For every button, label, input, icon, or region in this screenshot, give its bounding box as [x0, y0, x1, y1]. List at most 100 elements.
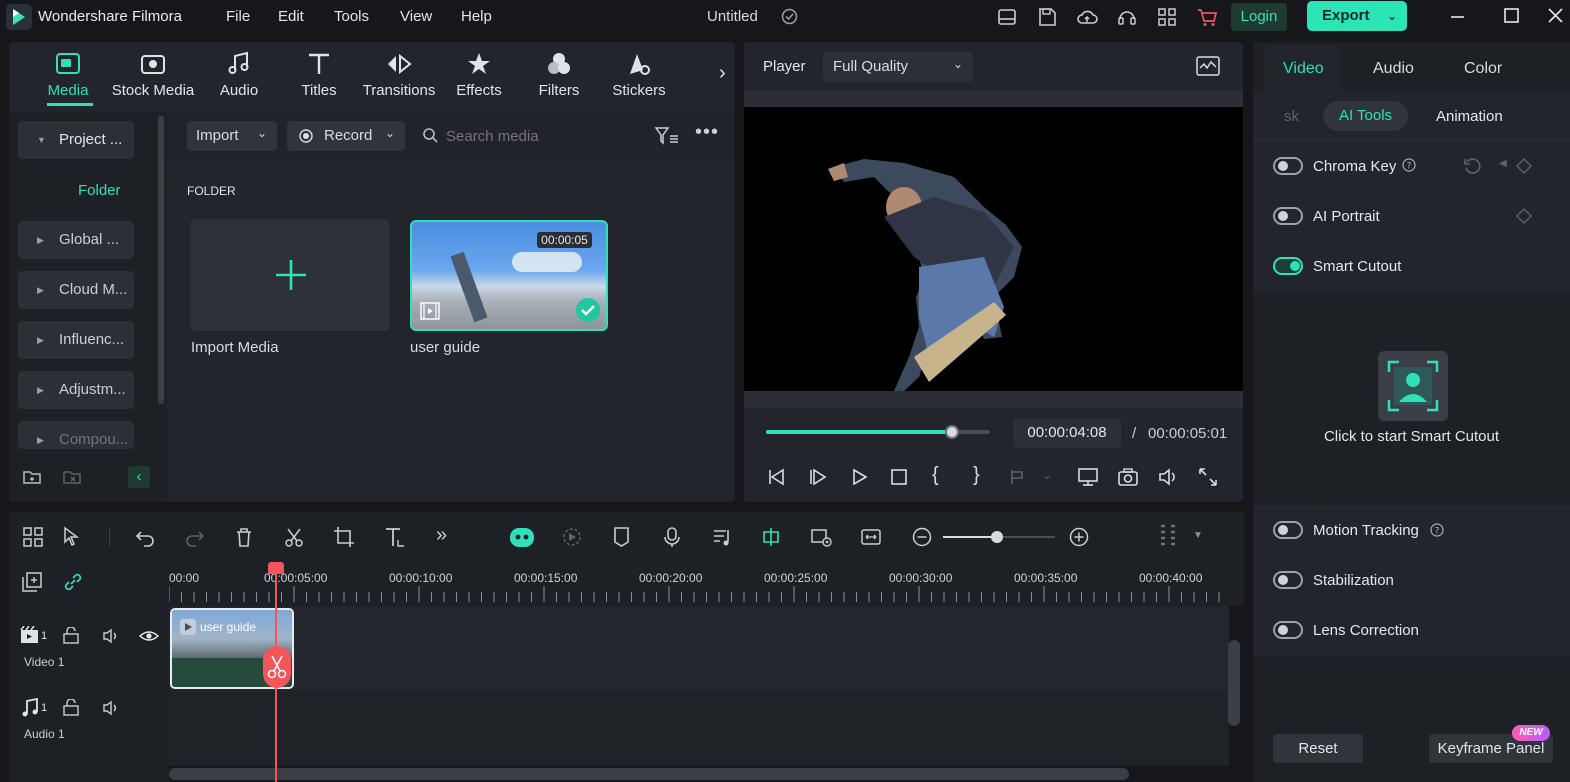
reset-icon[interactable] [1462, 156, 1482, 176]
text-tool-icon[interactable] [384, 526, 406, 548]
preview-render-icon[interactable] [810, 526, 832, 548]
menu-file[interactable]: File [226, 8, 250, 25]
cart-icon[interactable] [1196, 6, 1218, 28]
fullscreen-icon[interactable] [1197, 466, 1219, 488]
mark-out-icon[interactable]: } [973, 464, 980, 487]
sidebar-scrollbar[interactable] [158, 116, 164, 404]
eye-visibility-icon[interactable] [139, 627, 159, 645]
tab-video[interactable]: Video [1283, 60, 1324, 78]
insert-clip-icon[interactable] [1008, 466, 1030, 488]
mark-in-icon[interactable]: { [932, 464, 939, 487]
subtab-animation[interactable]: Animation [1436, 108, 1503, 125]
chevron-right-icon[interactable]: › [719, 62, 726, 85]
lock-icon[interactable] [62, 627, 80, 645]
tab-audio-properties[interactable]: Audio [1373, 60, 1414, 78]
sidebar-item-project[interactable]: ▼ Project ... [18, 121, 134, 159]
sidebar-item-global[interactable]: ▶ Global ... [18, 221, 134, 259]
delete-trash-icon[interactable] [233, 526, 255, 548]
waveform-icon[interactable] [1196, 55, 1220, 77]
keyframe-prev-icon[interactable]: ◀ [1499, 158, 1507, 169]
video-track-lane[interactable] [169, 606, 1229, 690]
volume-icon[interactable] [1157, 466, 1179, 488]
filter-sort-icon[interactable] [654, 126, 680, 146]
keyframe-diamond-icon[interactable] [1516, 158, 1532, 174]
step-forward-icon[interactable] [808, 466, 830, 488]
link-icon[interactable] [62, 571, 84, 593]
snap-magnet-icon[interactable] [760, 526, 782, 548]
auto-enhance-icon[interactable] [561, 526, 583, 548]
zoom-in-icon[interactable] [1068, 526, 1090, 548]
chevron-down-icon[interactable]: ⌄ [1042, 468, 1052, 482]
apps-grid-icon[interactable] [1156, 6, 1178, 28]
cloud-upload-icon[interactable] [1076, 6, 1098, 28]
tab-titles[interactable]: Titles [274, 50, 364, 99]
tab-media[interactable]: Media [23, 50, 113, 99]
help-icon[interactable]: ? [1430, 523, 1444, 537]
scissors-split-icon[interactable] [283, 526, 305, 548]
lens-correction-toggle[interactable] [1273, 621, 1303, 639]
tab-stock-media[interactable]: Stock Media [108, 50, 198, 99]
new-folder-icon[interactable] [22, 467, 42, 487]
export-button[interactable]: Export ⌄ [1307, 1, 1407, 31]
more-options-icon[interactable]: ••• [695, 121, 719, 144]
playhead-handle[interactable] [268, 562, 284, 574]
save-icon[interactable] [1036, 6, 1058, 28]
tab-transitions[interactable]: Transitions [354, 50, 444, 99]
tab-stickers[interactable]: Stickers [594, 50, 684, 99]
stop-icon[interactable] [888, 466, 910, 488]
subtab-mask[interactable]: sk [1284, 108, 1299, 125]
smart-cutout-start-button[interactable] [1378, 351, 1448, 421]
menu-tools[interactable]: Tools [334, 8, 369, 25]
fit-timeline-icon[interactable] [860, 526, 882, 548]
user-guide-media-card[interactable]: 00:00:05 [410, 220, 608, 331]
headset-icon[interactable] [1116, 6, 1138, 28]
sidebar-item-folder[interactable]: Folder [78, 182, 121, 199]
play-icon[interactable] [848, 466, 870, 488]
menu-edit[interactable]: Edit [278, 8, 304, 25]
sidebar-item-cloud[interactable]: ▶ Cloud M... [18, 271, 134, 309]
smart-cutout-toggle[interactable] [1273, 257, 1303, 275]
ai-copilot-icon[interactable] [509, 524, 535, 550]
stabilization-toggle[interactable] [1273, 571, 1303, 589]
layout-grid-icon[interactable] [22, 526, 44, 548]
select-pointer-icon[interactable] [62, 526, 84, 548]
video-preview[interactable] [744, 107, 1243, 391]
menu-view[interactable]: View [400, 8, 432, 25]
search-media-input[interactable] [446, 124, 636, 148]
tab-audio[interactable]: Audio [194, 50, 284, 99]
tab-color[interactable]: Color [1464, 60, 1502, 78]
maximize-icon[interactable] [1500, 4, 1522, 26]
timeline-vertical-scrollbar[interactable] [1228, 640, 1240, 726]
tab-filters[interactable]: Filters [514, 50, 604, 99]
audio-edit-icon[interactable] [711, 526, 733, 548]
import-dropdown[interactable]: Import ⌄ [187, 121, 277, 151]
collapse-sidebar-icon[interactable]: ‹ [128, 466, 150, 488]
track-volume-icon[interactable] [102, 699, 120, 717]
display-settings-icon[interactable] [1077, 466, 1099, 488]
audio-track-lane[interactable] [169, 690, 1229, 766]
more-tools-icon[interactable]: » [436, 524, 447, 547]
crop-icon[interactable] [333, 526, 355, 548]
track-volume-icon[interactable] [102, 627, 120, 645]
split-at-playhead-button[interactable] [263, 646, 291, 688]
zoom-out-icon[interactable] [911, 526, 933, 548]
layout-icon[interactable] [996, 6, 1018, 28]
marker-icon[interactable] [611, 526, 633, 548]
menu-help[interactable]: Help [461, 8, 492, 25]
minimize-icon[interactable] [1446, 6, 1468, 28]
time-ruler[interactable] [169, 562, 1244, 606]
zoom-slider-knob[interactable] [991, 531, 1003, 543]
snapshot-camera-icon[interactable] [1117, 466, 1139, 488]
lock-icon[interactable] [62, 699, 80, 717]
login-button[interactable]: Login [1231, 3, 1287, 31]
close-icon[interactable] [1544, 4, 1566, 26]
quality-dropdown[interactable]: Full Quality ⌄ [823, 52, 973, 82]
playback-scrubber[interactable] [944, 425, 959, 439]
chroma-key-toggle[interactable] [1273, 157, 1303, 175]
reset-button[interactable]: Reset [1273, 734, 1363, 763]
record-dropdown[interactable]: Record ⌄ [287, 121, 405, 151]
track-height-icon[interactable] [1157, 522, 1181, 552]
sidebar-item-compound[interactable]: ▶ Compou... [18, 421, 134, 449]
subtab-ai-tools[interactable]: AI Tools [1323, 101, 1408, 131]
timeline-horizontal-scrollbar[interactable] [169, 768, 1129, 780]
